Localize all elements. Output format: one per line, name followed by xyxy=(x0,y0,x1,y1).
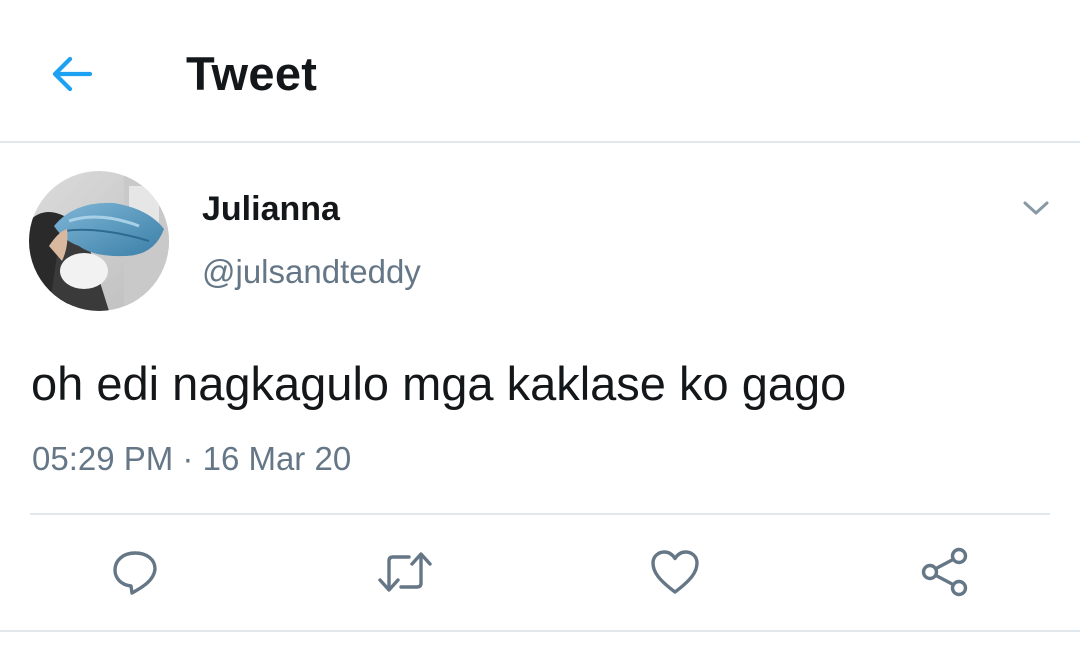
retweet-button[interactable] xyxy=(369,536,441,608)
author-handle[interactable]: @julsandteddy xyxy=(202,252,421,292)
heart-icon xyxy=(651,550,699,594)
avatar-photo xyxy=(29,171,169,311)
divider xyxy=(30,513,1050,515)
arrow-left-icon xyxy=(52,56,93,92)
tweet-timestamp[interactable]: 05:29 PM · 16 Mar 20 xyxy=(32,437,351,481)
tweet-date: 16 Mar 20 xyxy=(202,440,352,477)
retweet-icon xyxy=(378,552,432,592)
back-button[interactable] xyxy=(40,44,104,104)
meta-separator: · xyxy=(182,440,194,477)
like-button[interactable] xyxy=(639,536,711,608)
tweet-time: 05:29 PM xyxy=(32,440,174,477)
tweet-actions-bar xyxy=(0,536,1080,608)
bottom-divider xyxy=(0,630,1080,632)
tweet-text: oh edi nagkagulo mga kaklase ko gago xyxy=(31,357,847,410)
reply-button[interactable] xyxy=(99,536,171,608)
chevron-down-icon xyxy=(1023,201,1049,215)
author-display-name[interactable]: Julianna xyxy=(202,188,340,230)
share-icon xyxy=(921,547,968,597)
tweet-menu-button[interactable] xyxy=(1014,190,1058,226)
share-button[interactable] xyxy=(909,536,981,608)
top-app-bar: Tweet xyxy=(0,0,1080,143)
page-title: Tweet xyxy=(186,47,318,100)
reply-icon xyxy=(113,551,157,595)
avatar[interactable] xyxy=(29,171,169,311)
